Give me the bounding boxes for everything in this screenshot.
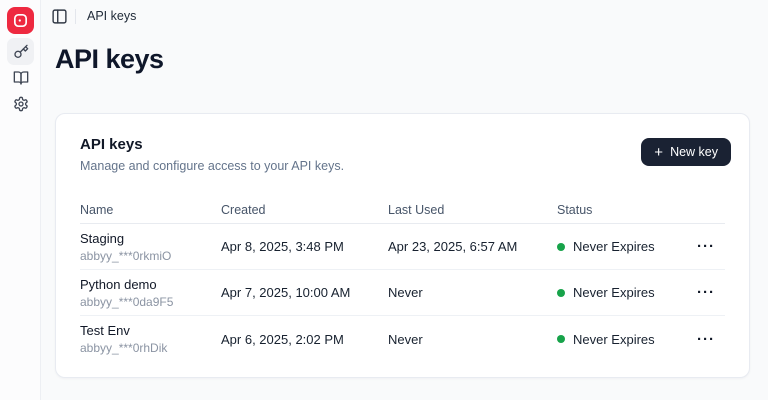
status-badge: Never Expires — [557, 239, 697, 254]
actions-cell: ··· — [697, 239, 725, 254]
topbar: API keys — [41, 0, 768, 32]
card-subtitle: Manage and configure access to your API … — [80, 159, 345, 173]
sidebar-item-docs[interactable] — [7, 64, 34, 91]
status-dot-icon — [557, 242, 565, 251]
sidebar-item-settings[interactable] — [7, 90, 34, 117]
table-row: Test Env abbyy_***0rhDik Apr 6, 2025, 2:… — [80, 316, 725, 362]
key-name: Test Env — [80, 323, 130, 338]
name-cell: Python demo abbyy_***0da9F5 — [80, 277, 221, 309]
table-body: Staging abbyy_***0rkmiO Apr 8, 2025, 3:4… — [80, 224, 725, 362]
topbar-divider — [75, 9, 76, 24]
logo-glyph-icon — [13, 13, 28, 28]
status-label: Never Expires — [573, 331, 655, 347]
actions-cell: ··· — [697, 285, 725, 300]
breadcrumb: API keys — [87, 9, 137, 23]
column-header-status: Status — [557, 203, 593, 217]
more-options-button[interactable]: ··· — [697, 329, 715, 350]
key-masked-value: abbyy_***0rhDik — [80, 341, 168, 355]
key-icon — [13, 44, 28, 58]
table-row: Python demo abbyy_***0da9F5 Apr 7, 2025,… — [80, 270, 725, 316]
app-logo[interactable] — [7, 7, 34, 34]
column-header-name: Name — [80, 203, 114, 217]
key-masked-value: abbyy_***0rkmiO — [80, 248, 172, 263]
status-badge: Never Expires — [557, 285, 697, 300]
key-masked-value: abbyy_***0da9F5 — [80, 294, 174, 309]
sidebar — [0, 0, 41, 400]
last-used-cell: Apr 23, 2025, 6:57 AM — [388, 239, 518, 254]
name-cell: Test Env abbyy_***0rhDik — [80, 323, 221, 355]
api-keys-card: API keys Manage and configure access to … — [55, 113, 750, 378]
table-header-row: Name Created Last Used Status — [80, 197, 725, 224]
new-key-button[interactable]: + New key — [641, 138, 731, 166]
status-label: Never Expires — [573, 285, 655, 300]
column-header-created: Created — [221, 203, 266, 217]
more-options-button[interactable]: ··· — [697, 236, 715, 257]
key-name: Python demo — [80, 276, 157, 292]
actions-cell: ··· — [697, 332, 725, 347]
table-row: Staging abbyy_***0rkmiO Apr 8, 2025, 3:4… — [80, 224, 725, 270]
plus-icon: + — [654, 143, 664, 161]
api-keys-table: Name Created Last Used Status Staging ab… — [80, 197, 725, 362]
created-cell: Apr 7, 2025, 10:00 AM — [221, 285, 351, 300]
last-used-cell: Never — [388, 331, 423, 347]
sidebar-toggle-icon[interactable] — [51, 8, 68, 25]
card-title: API keys — [80, 136, 143, 153]
created-cell: Apr 6, 2025, 2:02 PM — [221, 331, 344, 347]
last-used-cell: Never — [388, 285, 423, 300]
key-name: Staging — [80, 230, 125, 246]
column-header-last-used: Last Used — [388, 203, 445, 217]
name-cell: Staging abbyy_***0rkmiO — [80, 231, 221, 263]
book-icon — [13, 70, 28, 85]
status-dot-icon — [557, 288, 565, 297]
gear-icon — [13, 96, 28, 111]
page-title: API keys — [55, 44, 164, 74]
sidebar-item-api-keys[interactable] — [7, 38, 34, 65]
status-badge: Never Expires — [557, 332, 697, 347]
status-label: Never Expires — [573, 239, 655, 254]
new-key-button-label: New key — [670, 145, 718, 159]
status-dot-icon — [557, 335, 565, 343]
more-options-button[interactable]: ··· — [697, 282, 715, 303]
created-cell: Apr 8, 2025, 3:48 PM — [221, 239, 344, 254]
